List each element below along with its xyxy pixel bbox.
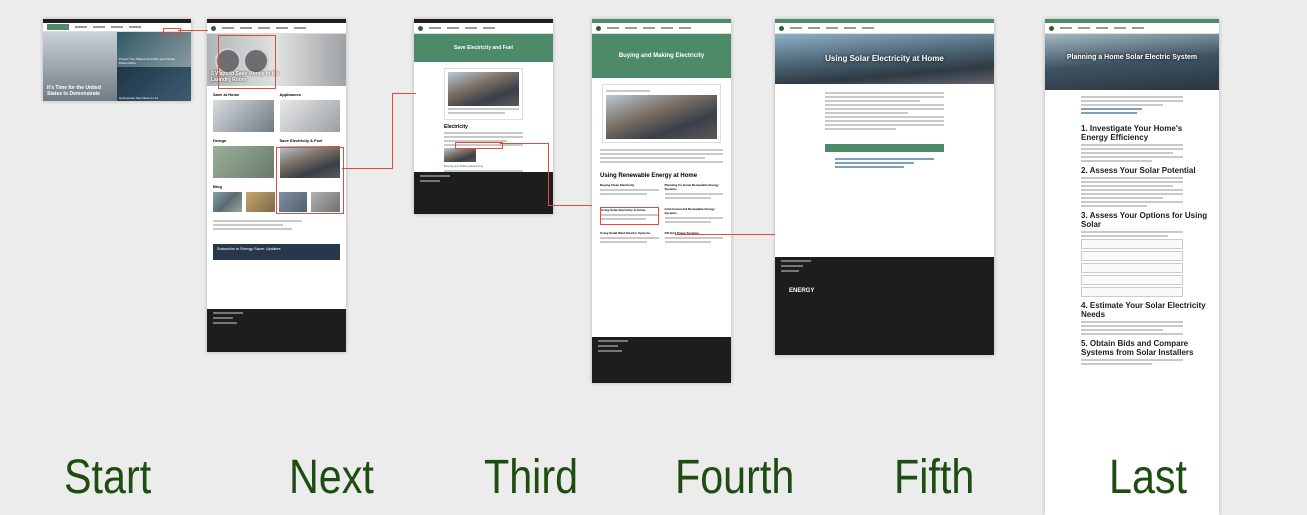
step-label-third: Third (484, 451, 579, 504)
topic-card[interactable]: Using Small Wind Electric Systems (600, 231, 659, 245)
topic-card[interactable]: Using Solar Electricity at Home (600, 207, 659, 225)
hero-image: Planning a Home Solar Electric System (1045, 34, 1219, 90)
flow-connector (178, 30, 208, 31)
flow-connector (392, 93, 416, 94)
hero-headline: It's Time for the United States to Demon… (47, 85, 101, 97)
screen-fourth: Buying and Making Electricity Using Rene… (592, 19, 731, 383)
section-title: Save Electricity & Fuel (279, 138, 323, 143)
section-title: Save at Home (213, 92, 240, 97)
blog-card[interactable] (213, 192, 242, 212)
flow-connector (342, 168, 393, 169)
site-footer (207, 309, 346, 352)
flow-connector (500, 143, 548, 144)
flow-connector (675, 234, 775, 235)
page-title: Buying and Making Electricity (618, 53, 705, 59)
hero-image: Using Solar Electricity at Home (775, 34, 994, 84)
screen-third: Save Electricity and Fuel Electricity Bu… (414, 19, 553, 214)
house-image (448, 72, 519, 106)
site-footer (414, 172, 553, 214)
step-heading: 1. Investigate Your Home's Energy Effici… (1081, 124, 1183, 142)
nav-bar (775, 23, 994, 34)
page-title: Save Electricity and Fuel (454, 45, 513, 51)
section-title: Design (213, 138, 227, 143)
site-logo[interactable] (211, 25, 216, 31)
design-image[interactable] (213, 146, 274, 178)
highlight-box (218, 35, 276, 89)
step-label-fourth: Fourth (675, 451, 795, 504)
step-heading: 4. Estimate Your Solar Electricity Needs (1081, 301, 1206, 319)
nav-bar (592, 23, 731, 34)
story-headline: Protect Your Waterfront Public and Priva… (119, 57, 176, 65)
topic-card[interactable]: Buying Clean Electricity (600, 183, 659, 201)
nav-bar (207, 23, 346, 34)
site-logo[interactable] (47, 24, 69, 30)
page-header: Buying and Making Electricity (592, 34, 731, 78)
flow-connector (548, 143, 549, 205)
story-headline: Hydropower Sea Ideas for 10 (119, 96, 159, 100)
highlight-box (455, 142, 503, 149)
highlight-box (276, 147, 344, 214)
hero-story[interactable]: It's Time for the United States to Demon… (43, 32, 117, 101)
flow-connector (392, 93, 393, 169)
subscribe-title: Subscribe to Energy Saver Updates (217, 246, 281, 251)
energy-logo: ENERGY (789, 288, 815, 294)
page-header: Save Electricity and Fuel (414, 34, 553, 62)
callout-box (825, 144, 944, 152)
step-label-start: Start (64, 451, 152, 504)
solar-install-image (606, 95, 717, 139)
topic-card[interactable]: Planning for Home Renewable Energy Syste… (664, 183, 723, 201)
buying-electricity-link[interactable]: Buying and Making Electricity (444, 164, 523, 168)
subscribe-banner[interactable]: Subscribe to Energy Saver Updates (213, 244, 340, 260)
thermostat-image[interactable] (213, 100, 274, 132)
story-card[interactable]: Protect Your Waterfront Public and Priva… (117, 32, 191, 67)
page-title: Planning a Home Solar Electric System (1066, 54, 1198, 61)
section-heading: Electricity (444, 124, 468, 130)
section-title: Appliances (279, 92, 301, 97)
site-footer (592, 337, 731, 383)
accordion-item[interactable] (1081, 287, 1183, 297)
step-heading: 5. Obtain Bids and Compare Systems from … (1081, 339, 1194, 357)
screen-last: Planning a Home Solar Electric System 1.… (1045, 19, 1219, 515)
step-label-next: Next (289, 451, 374, 504)
story-card[interactable]: Hydropower Sea Ideas for 10 (117, 67, 191, 101)
accordion-item[interactable] (1081, 251, 1183, 261)
nav-bar (1045, 23, 1219, 34)
blog-card[interactable] (245, 192, 275, 212)
accordion-item[interactable] (1081, 275, 1183, 285)
topic-card[interactable]: Grid-Connected Renewable Energy Systems (664, 207, 723, 225)
thumbnail (444, 148, 476, 162)
accordion-item[interactable] (1081, 239, 1183, 249)
step-heading: 2. Assess Your Solar Potential (1081, 166, 1196, 175)
accordion-item[interactable] (1081, 263, 1183, 273)
section-heading: Using Renewable Energy at Home (600, 173, 698, 179)
screen-fifth: Using Solar Electricity at Home ENERGY (775, 19, 994, 355)
flow-connector (548, 205, 592, 206)
site-footer: ENERGY (775, 257, 994, 355)
step-label-fifth: Fifth (894, 451, 975, 504)
nav-bar (414, 23, 553, 34)
step-label-last: Last (1109, 451, 1188, 504)
step-heading: 3. Assess Your Options for Using Solar (1081, 211, 1208, 229)
page-title: Using Solar Electricity at Home (825, 54, 944, 63)
appliance-image[interactable] (279, 100, 340, 132)
